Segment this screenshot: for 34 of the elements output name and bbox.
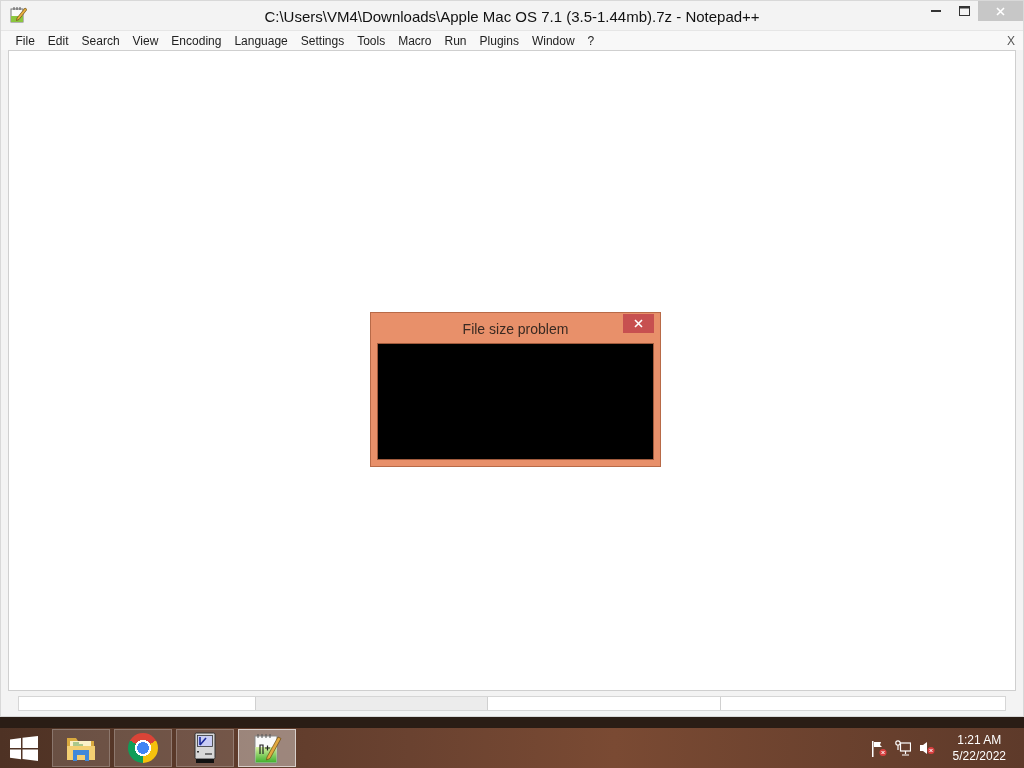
- menu-item[interactable]: Plugins: [473, 31, 526, 50]
- maximize-icon: [958, 6, 970, 16]
- network-icon: [894, 740, 911, 756]
- menu-item[interactable]: ?: [581, 31, 601, 50]
- menu-item[interactable]: Macro: [391, 31, 438, 50]
- menu-item[interactable]: View: [126, 31, 165, 50]
- taskbar-app-button[interactable]: [52, 729, 110, 767]
- dialog-close-button[interactable]: [623, 314, 654, 333]
- colored-ring-icon: [128, 733, 158, 763]
- minimize-icon: [931, 10, 941, 12]
- window-title: C:\Users\VM4\Downloads\Apple Mac OS 7.1 (3.5-1.44mb).7z - Notepad++: [264, 7, 760, 27]
- menu-item[interactable]: Search: [75, 31, 127, 50]
- flag-icon: [870, 739, 887, 757]
- speaker-icon: [918, 741, 935, 755]
- computer-icon: [194, 732, 216, 764]
- menu-item[interactable]: Encoding: [164, 31, 228, 50]
- clock-time[interactable]: 1:21 AM: [952, 732, 1006, 748]
- dialog-title: File size problem: [462, 320, 569, 339]
- menu-item[interactable]: Tools: [350, 31, 392, 50]
- menu-item[interactable]: Edit: [41, 31, 76, 50]
- windows-logo-icon: [10, 735, 38, 761]
- menu-item[interactable]: Language: [227, 31, 295, 50]
- notepad-pencil-icon: [252, 732, 282, 764]
- close-icon: [634, 319, 643, 328]
- menu-item[interactable]: Window: [525, 31, 582, 50]
- menu-item[interactable]: Run: [438, 31, 474, 50]
- menu-item[interactable]: File: [9, 31, 42, 50]
- menu-item[interactable]: Settings: [294, 31, 351, 50]
- clock-date[interactable]: 5/22/2022: [952, 748, 1006, 764]
- close-icon: [996, 6, 1005, 16]
- notepad-pencil-icon: [10, 6, 27, 23]
- taskbar-app-button[interactable]: [176, 729, 234, 767]
- close-document-button[interactable]: X: [1007, 31, 1015, 50]
- taskbar-app-button[interactable]: [114, 729, 172, 767]
